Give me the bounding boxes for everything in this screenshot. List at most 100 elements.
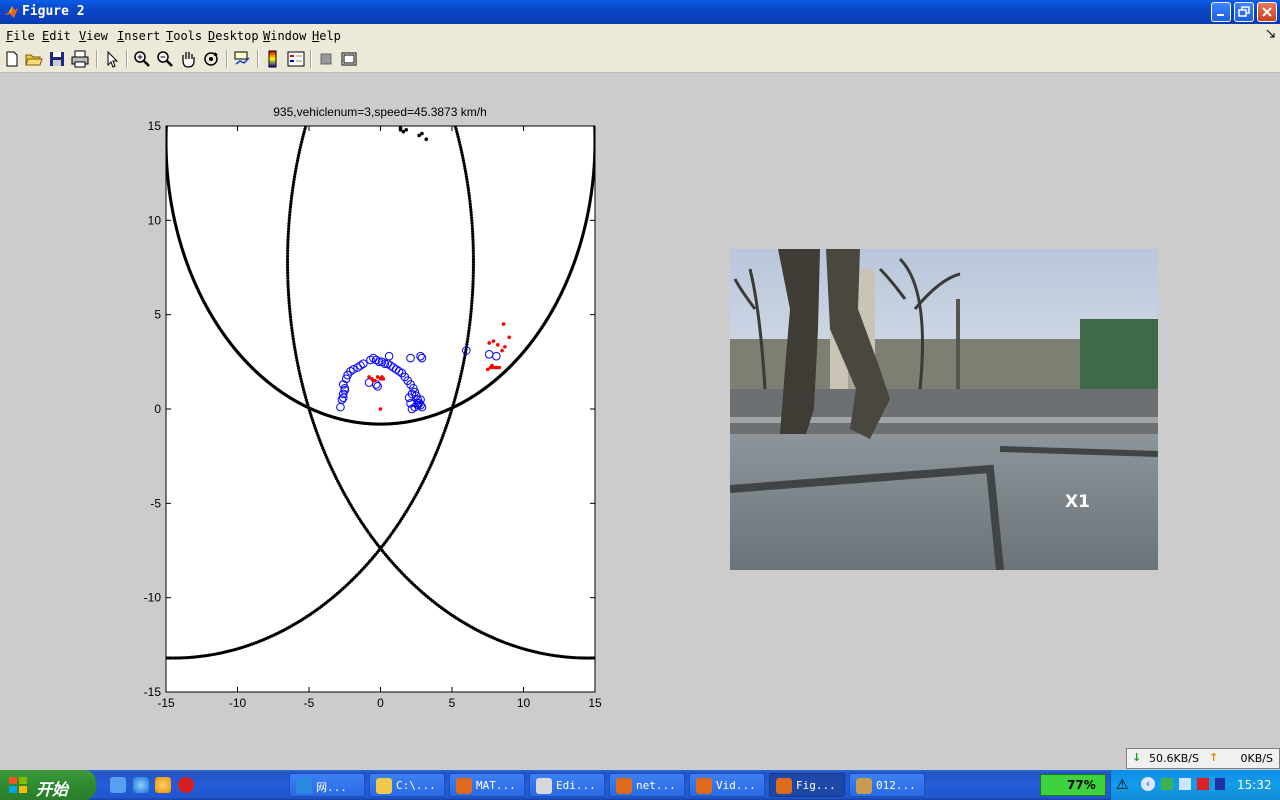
- maximize-button[interactable]: [1234, 2, 1254, 22]
- arc-point: [292, 342, 296, 346]
- volume-tray-icon[interactable]: [1179, 778, 1191, 790]
- arc-point: [465, 177, 469, 182]
- arc-point: [286, 232, 290, 236]
- arc-point: [294, 167, 298, 171]
- arc-point: [296, 364, 300, 368]
- antivirus-tray-icon[interactable]: [1197, 778, 1209, 790]
- clock[interactable]: 15:32: [1237, 778, 1272, 792]
- network-tray-icon[interactable]: [1161, 778, 1173, 790]
- open-file-icon[interactable]: [24, 49, 44, 69]
- menu-tools[interactable]: Tools: [166, 29, 202, 43]
- arc-point: [469, 207, 473, 212]
- menu-view[interactable]: View: [79, 29, 108, 43]
- arc-point: [287, 304, 292, 308]
- arc-point: [465, 339, 469, 344]
- network-monitor[interactable]: ↓ 50.6KB/S ↑ 0KB/S: [1126, 748, 1280, 769]
- legend-icon[interactable]: [286, 49, 306, 69]
- menu-desktop[interactable]: Desktop: [208, 29, 259, 43]
- arc-point: [471, 268, 475, 272]
- print-icon[interactable]: [70, 49, 90, 69]
- menu-edit[interactable]: Edit: [42, 29, 71, 43]
- arc-point: [471, 243, 475, 247]
- arc-point: [471, 235, 475, 239]
- window-titlebar[interactable]: Figure 2: [0, 0, 1280, 24]
- figure-canvas: 935,vehiclenum=3,speed=45.3873 km/h -15 -…: [0, 73, 1280, 770]
- arc-point: [471, 232, 475, 236]
- show-desktop-icon[interactable]: [110, 777, 126, 793]
- arc-point: [467, 326, 471, 330]
- arc-point: [465, 342, 469, 346]
- arc-point: [288, 207, 292, 212]
- menu-insert[interactable]: Insert: [117, 29, 160, 43]
- messenger-icon[interactable]: [155, 777, 171, 793]
- data-point: [420, 131, 424, 136]
- battery-indicator[interactable]: 77%: [1040, 774, 1106, 796]
- arc-point: [289, 323, 294, 327]
- arc-point: [287, 301, 291, 305]
- arc-point: [293, 169, 298, 173]
- minimize-button[interactable]: [1211, 2, 1231, 22]
- taskbar-button[interactable]: 网...: [289, 773, 365, 797]
- arc-point: [466, 334, 470, 338]
- taskbar-button[interactable]: Vid...: [689, 773, 765, 797]
- arc-point: [467, 194, 471, 198]
- close-button[interactable]: [1257, 2, 1277, 22]
- taskbar-button[interactable]: MAT...: [449, 773, 525, 797]
- ie-icon[interactable]: [133, 777, 149, 793]
- menu-help[interactable]: Help: [312, 29, 341, 43]
- zoom-in-icon[interactable]: [132, 49, 152, 69]
- rotate-3d-icon[interactable]: [201, 49, 221, 69]
- edit-plot-arrow-icon[interactable]: [102, 49, 122, 69]
- zoom-out-icon[interactable]: [155, 49, 175, 69]
- tray-expand-icon[interactable]: ‹: [1141, 777, 1155, 791]
- arc-point: [471, 265, 476, 269]
- arc-point: [471, 279, 475, 283]
- data-point: [378, 407, 383, 411]
- pan-hand-icon[interactable]: [178, 49, 198, 69]
- show-plot-tools-icon[interactable]: [339, 49, 359, 69]
- menu-window[interactable]: Window: [263, 29, 306, 43]
- arc-point: [471, 271, 475, 275]
- arc-point: [285, 257, 290, 261]
- uu-icon[interactable]: [178, 777, 194, 793]
- arc-point: [467, 191, 471, 195]
- arc-point: [471, 274, 475, 278]
- arc-point: [295, 161, 299, 165]
- arc-point: [467, 323, 472, 327]
- save-icon[interactable]: [47, 49, 67, 69]
- battery-percent: 77%: [1067, 778, 1096, 792]
- taskbar-button[interactable]: C:\...: [369, 773, 445, 797]
- taskbar-button[interactable]: Edi...: [529, 773, 605, 797]
- arc-point: [459, 374, 463, 378]
- new-figure-icon[interactable]: [2, 49, 22, 69]
- menu-file[interactable]: File: [6, 29, 35, 43]
- arc-point: [469, 210, 473, 214]
- arc-point: [286, 276, 290, 281]
- arc-point: [286, 246, 290, 250]
- arc-point: [288, 205, 293, 209]
- arc-point: [297, 366, 301, 370]
- hide-plot-tools-icon[interactable]: [316, 49, 336, 69]
- dock-arrow-icon[interactable]: [1266, 29, 1276, 39]
- arc-point: [291, 337, 295, 341]
- arc-point: [297, 151, 301, 155]
- arc-point: [287, 221, 291, 225]
- arc-point: [289, 318, 293, 322]
- warning-icon[interactable]: ⚠: [1116, 777, 1129, 793]
- arc-point: [593, 139, 595, 143]
- start-button[interactable]: 开始: [0, 770, 96, 800]
- colorbar-icon[interactable]: [263, 49, 283, 69]
- device-tray-icon[interactable]: [1215, 778, 1225, 790]
- arc-point: [286, 285, 290, 289]
- arc-point: [471, 276, 475, 281]
- data-point: [404, 127, 409, 132]
- taskbar-button-label: 网...: [316, 781, 347, 794]
- taskbar-button[interactable]: Fig...: [769, 773, 845, 797]
- arc-point: [460, 369, 464, 373]
- data-cursor-icon[interactable]: [232, 49, 252, 69]
- arc-point: [298, 374, 302, 378]
- arc-point: [287, 296, 291, 300]
- taskbar-button[interactable]: net...: [609, 773, 685, 797]
- arc-point: [468, 315, 473, 319]
- taskbar-button[interactable]: 012...: [849, 773, 925, 797]
